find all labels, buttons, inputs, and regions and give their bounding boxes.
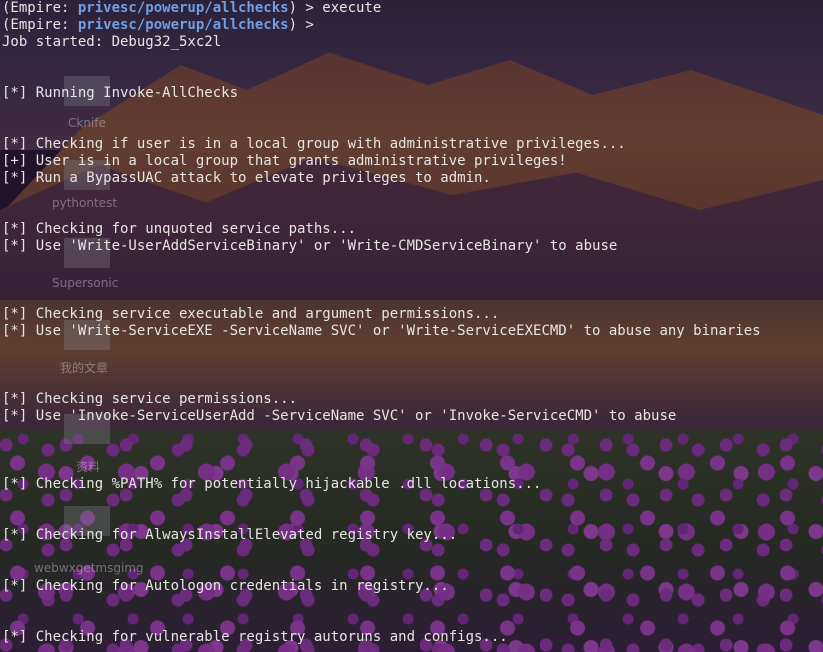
prompt-module-path: privesc/powerup/allchecks [77,0,289,16]
output-line: [*] Running Invoke-AllChecks [2,85,239,101]
prompt-line: (Empire: privesc/powerup/allchecks) > [2,17,322,34]
prompt-open: (Empire: [2,17,78,33]
output-line: [*] Checking for unquoted service paths.… [2,221,357,237]
terminal-output[interactable]: (Empire: privesc/powerup/allchecks) > ex… [0,0,823,652]
output-line: [*] Checking %PATH% for potentially hija… [2,476,542,492]
output-line: [*] Use 'Write-ServiceEXE -ServiceName S… [2,323,761,339]
output-line: [+] User is in a local group that grants… [2,153,567,169]
output-line: [*] Checking service permissions... [2,391,298,407]
prompt-command: ) > [288,17,323,33]
output-line: [*] Checking for AlwaysInstallElevated r… [2,527,458,543]
output-line: [*] Use 'Write-UserAddServiceBinary' or … [2,238,618,254]
prompt-module-path: privesc/powerup/allchecks [77,17,289,33]
output-line: [*] Checking service executable and argu… [2,306,500,322]
output-line: [*] Checking for vulnerable registry aut… [2,629,508,645]
prompt-open: (Empire: [2,0,78,16]
job-started-line: Job started: Debug32_5xc2l [2,34,222,50]
output-line: [*] Use 'Invoke-ServiceUserAdd -ServiceN… [2,408,677,424]
output-line: [*] Checking for Autologon credentials i… [2,578,449,594]
prompt-command: ) > execute [288,0,382,16]
prompt-line: (Empire: privesc/powerup/allchecks) > ex… [2,0,381,17]
output-line: [*] Run a BypassUAC attack to elevate pr… [2,170,491,186]
output-line: [*] Checking if user is in a local group… [2,136,626,152]
